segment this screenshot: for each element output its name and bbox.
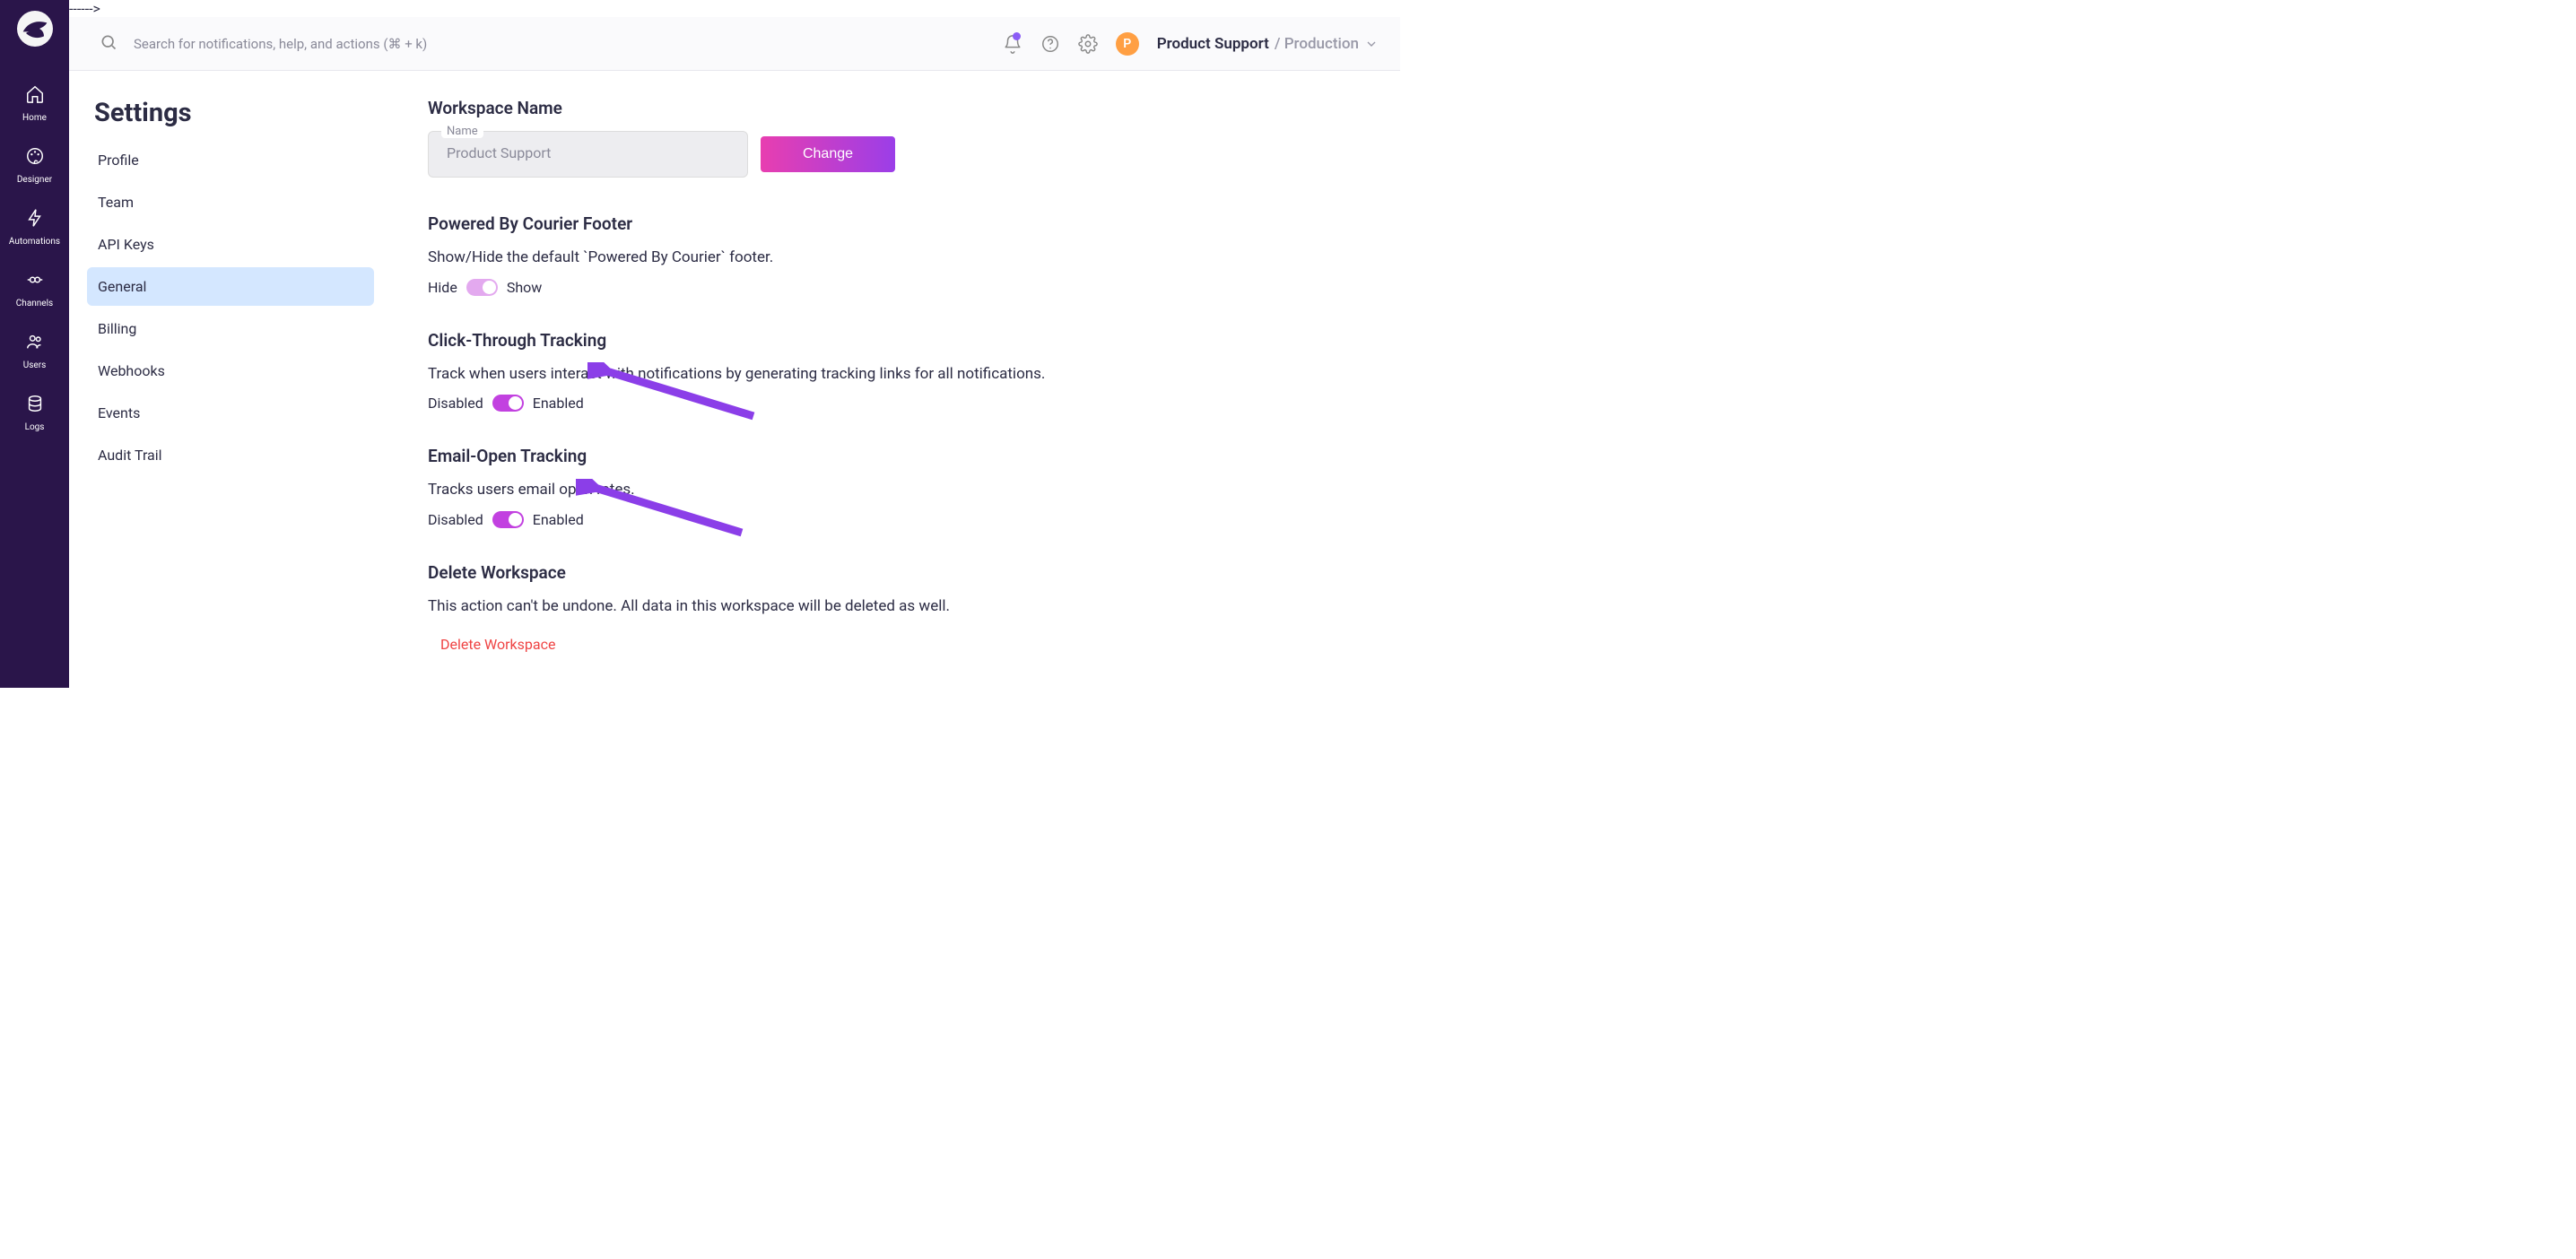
settings-nav-events[interactable]: Events: [87, 394, 374, 432]
settings-nav-team[interactable]: Team: [87, 183, 374, 221]
powered-by-toggle[interactable]: [466, 279, 498, 296]
users-icon: [25, 332, 45, 355]
powered-by-desc: Show/Hide the default `Powered By Courie…: [428, 247, 1364, 270]
search-icon: [100, 33, 117, 55]
toggle-right-label: Enabled: [533, 511, 584, 528]
notifications-button[interactable]: [1003, 34, 1023, 54]
nav-channels[interactable]: Channels: [0, 257, 69, 319]
delete-workspace-desc: This action can't be undone. All data in…: [428, 595, 1364, 619]
delete-workspace-link[interactable]: Delete Workspace: [428, 627, 1364, 653]
database-icon: [25, 394, 45, 417]
environment-switcher[interactable]: Product Support / Production: [1157, 35, 1379, 53]
settings-nav-general[interactable]: General: [87, 267, 374, 306]
nav-designer[interactable]: Designer: [0, 134, 69, 195]
nav-home[interactable]: Home: [0, 72, 69, 134]
notification-dot: [1013, 32, 1021, 40]
left-rail: Home Designer Automations Channels Users…: [0, 0, 69, 688]
input-floating-label: Name: [441, 125, 483, 138]
delete-workspace-heading: Delete Workspace: [428, 562, 1364, 583]
env-sep: / Production: [1275, 35, 1359, 53]
settings-content: Workspace Name Name Product Support Chan…: [392, 71, 1400, 688]
nav-label: Users: [23, 360, 47, 370]
click-through-desc: Track when users interact with notificat…: [428, 363, 1364, 386]
change-button[interactable]: Change: [761, 136, 895, 172]
settings-nav: Settings Profile Team API Keys General B…: [69, 71, 392, 688]
toggle-right-label: Show: [507, 279, 542, 296]
settings-title: Settings: [94, 98, 374, 128]
home-icon: [25, 84, 45, 108]
toggle-right-label: Enabled: [533, 395, 584, 412]
settings-button[interactable]: [1078, 34, 1098, 54]
workspace-name-heading: Workspace Name: [428, 98, 1364, 118]
nav-automations[interactable]: Automations: [0, 195, 69, 257]
nav-label: Automations: [9, 237, 60, 247]
toggle-left-label: Disabled: [428, 511, 483, 528]
global-search[interactable]: Search for notifications, help, and acti…: [100, 33, 987, 55]
settings-nav-profile[interactable]: Profile: [87, 141, 374, 179]
nav-label: Designer: [17, 175, 52, 185]
nav-label: Logs: [25, 422, 45, 432]
top-bar: Search for notifications, help, and acti…: [69, 17, 1400, 71]
nav-label: Channels: [16, 299, 53, 308]
settings-nav-api-keys[interactable]: API Keys: [87, 225, 374, 264]
palette-icon: [25, 146, 45, 169]
app-logo[interactable]: [17, 11, 53, 47]
plug-icon: [25, 270, 45, 293]
chevron-down-icon: [1364, 37, 1379, 51]
settings-nav-webhooks[interactable]: Webhooks: [87, 352, 374, 390]
workspace-avatar[interactable]: P: [1116, 32, 1139, 56]
nav-logs[interactable]: Logs: [0, 381, 69, 443]
toggle-left-label: Hide: [428, 279, 457, 296]
powered-by-heading: Powered By Courier Footer: [428, 213, 1364, 234]
help-button[interactable]: [1040, 34, 1060, 54]
toggle-left-label: Disabled: [428, 395, 483, 412]
nav-users[interactable]: Users: [0, 319, 69, 381]
bolt-icon: [25, 208, 45, 231]
settings-nav-audit-trail[interactable]: Audit Trail: [87, 436, 374, 474]
nav-label: Home: [22, 113, 47, 123]
email-open-desc: Tracks users email open rates.: [428, 479, 1364, 502]
workspace-name-value: Product Support: [447, 144, 729, 161]
workspace-name: Product Support: [1157, 35, 1269, 53]
settings-nav-billing[interactable]: Billing: [87, 309, 374, 348]
search-placeholder: Search for notifications, help, and acti…: [134, 36, 427, 52]
email-open-toggle[interactable]: [492, 511, 524, 528]
workspace-name-input[interactable]: Name Product Support: [428, 131, 748, 178]
click-through-toggle[interactable]: [492, 395, 524, 412]
email-open-heading: Email-Open Tracking: [428, 446, 1364, 466]
click-through-heading: Click-Through Tracking: [428, 330, 1364, 351]
